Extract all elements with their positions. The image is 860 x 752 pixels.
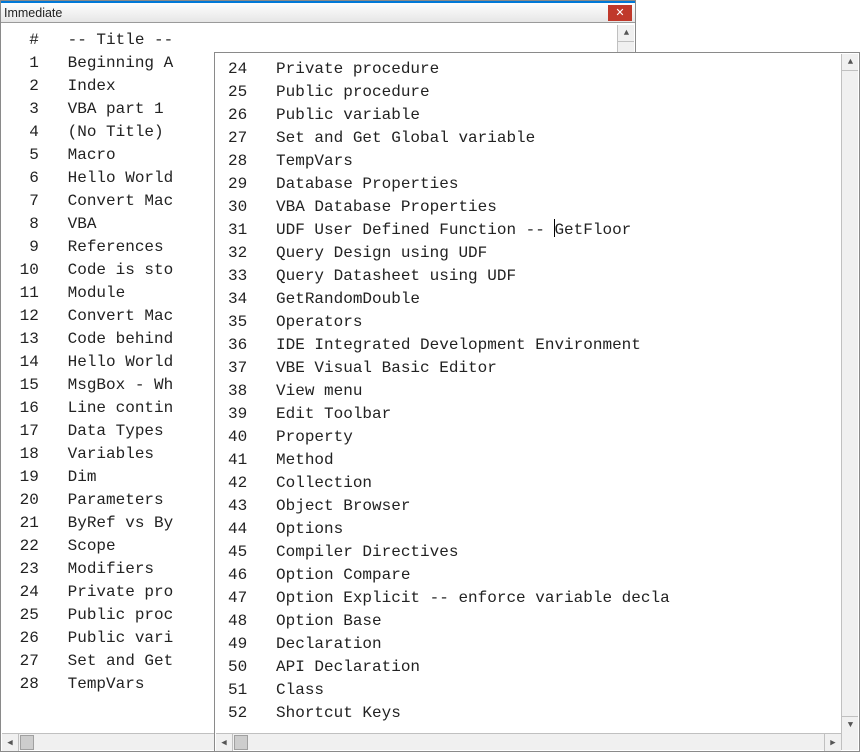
list-item: 32 Query Design using UDF [228,244,487,262]
list-item: 28 TempVars [228,152,353,170]
immediate-titlebar[interactable]: Immediate ✕ [1,1,635,23]
list-item: GetFloor [554,221,631,239]
scroll-left-icon[interactable]: ◀ [2,734,19,751]
list-item: 36 IDE Integrated Development Environmen… [228,336,641,354]
list-item: 52 Shortcut Keys [228,704,401,722]
list-item: 35 Operators [228,313,362,331]
list-item: 45 Compiler Directives [228,543,458,561]
list-item: 29 Database Properties [228,175,458,193]
scroll-thumb[interactable] [234,735,248,750]
window-title: Immediate [4,6,608,20]
front-text-pane[interactable]: 24 Private procedure 25 Public procedure… [216,54,841,733]
scroll-down-icon[interactable]: ▼ [842,716,858,733]
front-window: 24 Private procedure 25 Public procedure… [214,52,860,752]
list-item: 40 Property [228,428,353,446]
list-item: 24 Private procedure [228,60,439,78]
list-item: 47 Option Explicit -- enforce variable d… [228,589,670,607]
horizontal-scrollbar[interactable]: ◀ ▶ [216,733,858,750]
close-icon[interactable]: ✕ [608,5,632,21]
list-item: 27 Set and Get Global variable [228,129,535,147]
list-item: 31 UDF User Defined Function -- [228,221,554,239]
list-item: 30 VBA Database Properties [228,198,497,216]
list-item: 34 GetRandomDouble [228,290,420,308]
list-item: 43 Object Browser [228,497,410,515]
list-item: 25 Public procedure [228,83,430,101]
front-body: 24 Private procedure 25 Public procedure… [216,54,858,733]
list-item: 46 Option Compare [228,566,410,584]
list-item: 50 API Declaration [228,658,420,676]
vertical-scrollbar[interactable]: ▲ ▼ [841,54,858,733]
list-item: 48 Option Base [228,612,382,630]
list-item: 38 View menu [228,382,362,400]
scroll-up-icon[interactable]: ▲ [618,25,634,42]
list-item: 42 Collection [228,474,372,492]
list-item: 26 Public variable [228,106,420,124]
list-item: 41 Method [228,451,334,469]
scroll-left-icon[interactable]: ◀ [216,734,233,751]
list-item: 49 Declaration [228,635,382,653]
list-item: 51 Class [228,681,324,699]
scroll-thumb[interactable] [20,735,34,750]
scroll-up-icon[interactable]: ▲ [842,54,858,71]
scroll-right-icon[interactable]: ▶ [824,734,841,751]
list-item: 37 VBE Visual Basic Editor [228,359,497,377]
list-item: 39 Edit Toolbar [228,405,391,423]
list-item: 33 Query Datasheet using UDF [228,267,516,285]
list-item: 44 Options [228,520,343,538]
scroll-corner [841,733,858,750]
